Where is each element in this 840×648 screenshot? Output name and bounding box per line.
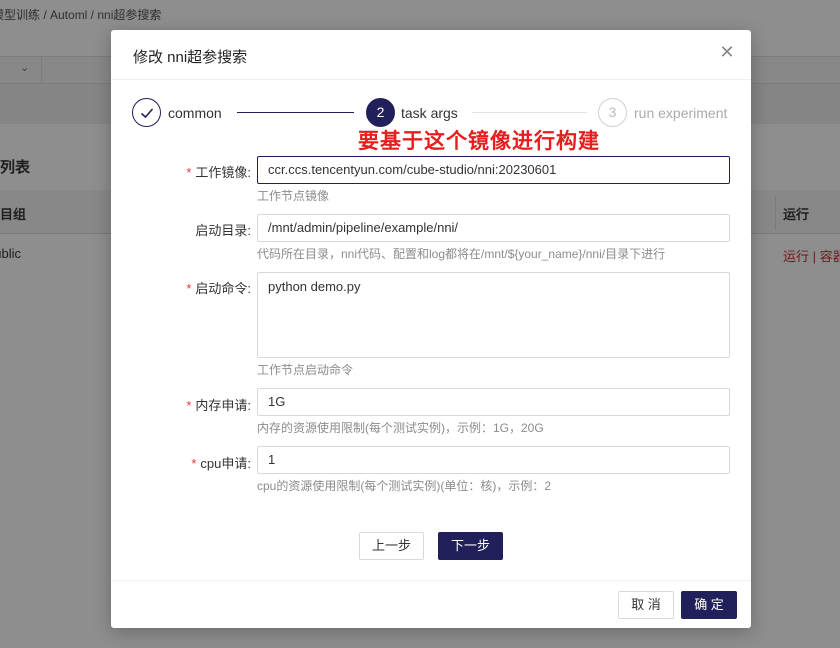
steps: common 2 task args 3 run experiment	[132, 98, 732, 128]
red-annotation: 要基于这个镜像进行构建	[358, 130, 600, 153]
modal-title: 修改 nni超参搜索	[133, 49, 248, 66]
required-mark: *	[191, 456, 197, 471]
ok-button[interactable]: 确 定	[681, 591, 737, 619]
table-row-actions[interactable]: 运行 | 容器	[783, 246, 840, 265]
command-help: 工作节点启动命令	[257, 363, 354, 377]
close-icon[interactable]: ✕	[717, 42, 737, 62]
table-header-group: 项目组	[0, 207, 27, 222]
image-label: * 工作镜像:	[186, 165, 251, 180]
step-2-number[interactable]: 2	[366, 98, 395, 127]
chevron-down-icon: ⌄	[20, 62, 30, 74]
table-cell-group: public	[0, 246, 21, 261]
filter-select[interactable]: ⌄	[0, 57, 42, 83]
step-connector-1	[237, 112, 354, 113]
breadcrumb: 模型训练 / Automl / nni超参搜索	[0, 8, 162, 22]
step-connector-2	[472, 112, 587, 113]
image-input[interactable]: ccr.ccs.tencentyun.com/cube-studio/nni:2…	[257, 156, 730, 184]
edit-modal: 修改 nni超参搜索 ✕ common 2 task args 3 run ex…	[111, 30, 751, 628]
modal-footer: 取 消 确 定	[111, 580, 751, 628]
cpu-label: * cpu申请:	[191, 456, 251, 471]
workdir-input[interactable]: /mnt/admin/pipeline/example/nni/	[257, 214, 730, 242]
step-3-label[interactable]: run experiment	[634, 105, 727, 121]
cancel-button[interactable]: 取 消	[618, 591, 674, 619]
step-2-label[interactable]: task args	[401, 105, 458, 121]
cpu-help: cpu的资源使用限制(每个测试实例)(单位：核)，示例：2	[257, 479, 552, 493]
required-mark: *	[186, 281, 192, 296]
workdir-label: 启动目录:	[195, 223, 251, 238]
list-title: 列表	[0, 159, 31, 176]
modal-header: 修改 nni超参搜索 ✕	[111, 30, 751, 80]
step-1-label[interactable]: common	[168, 105, 222, 121]
step-1-check-icon[interactable]	[132, 98, 161, 127]
cpu-input[interactable]: 1	[257, 446, 730, 474]
memory-help: 内存的资源使用限制(每个测试实例)，示例：1G，20G	[257, 421, 544, 435]
required-mark: *	[186, 165, 192, 180]
required-mark: *	[186, 398, 192, 413]
table-header-actions: 运行	[783, 207, 810, 222]
command-label: * 启动命令:	[186, 281, 251, 296]
step-3-number[interactable]: 3	[598, 98, 627, 127]
workdir-help: 代码所在目录，nni代码、配置和log都将在/mnt/${your_name}/…	[257, 247, 666, 261]
prev-step-button[interactable]: 上一步	[359, 532, 424, 560]
column-divider	[775, 196, 776, 230]
memory-input[interactable]: 1G	[257, 388, 730, 416]
next-step-button[interactable]: 下一步	[438, 532, 503, 560]
memory-label: * 内存申请:	[186, 398, 251, 413]
image-help: 工作节点镜像	[257, 189, 330, 203]
command-textarea[interactable]: python demo.py	[257, 272, 730, 358]
